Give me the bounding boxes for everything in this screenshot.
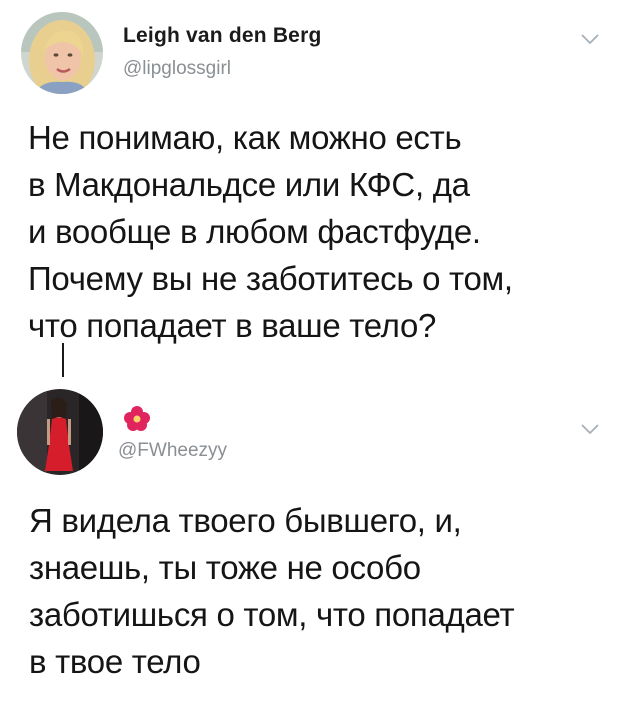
- avatar-image: [21, 12, 103, 94]
- avatar[interactable]: [21, 12, 103, 94]
- chevron-down-icon[interactable]: [580, 32, 600, 46]
- flower-emoji-icon: [124, 406, 150, 431]
- user-handle[interactable]: @FWheezyy: [118, 440, 227, 462]
- tweet-text: Не понимаю, как можно есть в Макдональдс…: [28, 119, 513, 344]
- tweet-text: Я видела твоего бывшего, и, знаешь, ты т…: [29, 502, 515, 680]
- chevron-down-icon[interactable]: [580, 422, 600, 436]
- thread-connector-line: [62, 343, 64, 377]
- tweet-1: Leigh van den Berg @lipglossgirl Не пони…: [0, 0, 627, 370]
- avatar-image: [17, 389, 103, 475]
- tweet-2: @FWheezyy Я видела твоего бывшего, и, зн…: [0, 380, 627, 704]
- display-name[interactable]: Leigh van den Berg: [123, 24, 321, 48]
- avatar[interactable]: [17, 389, 103, 475]
- user-handle[interactable]: @lipglossgirl: [123, 58, 231, 80]
